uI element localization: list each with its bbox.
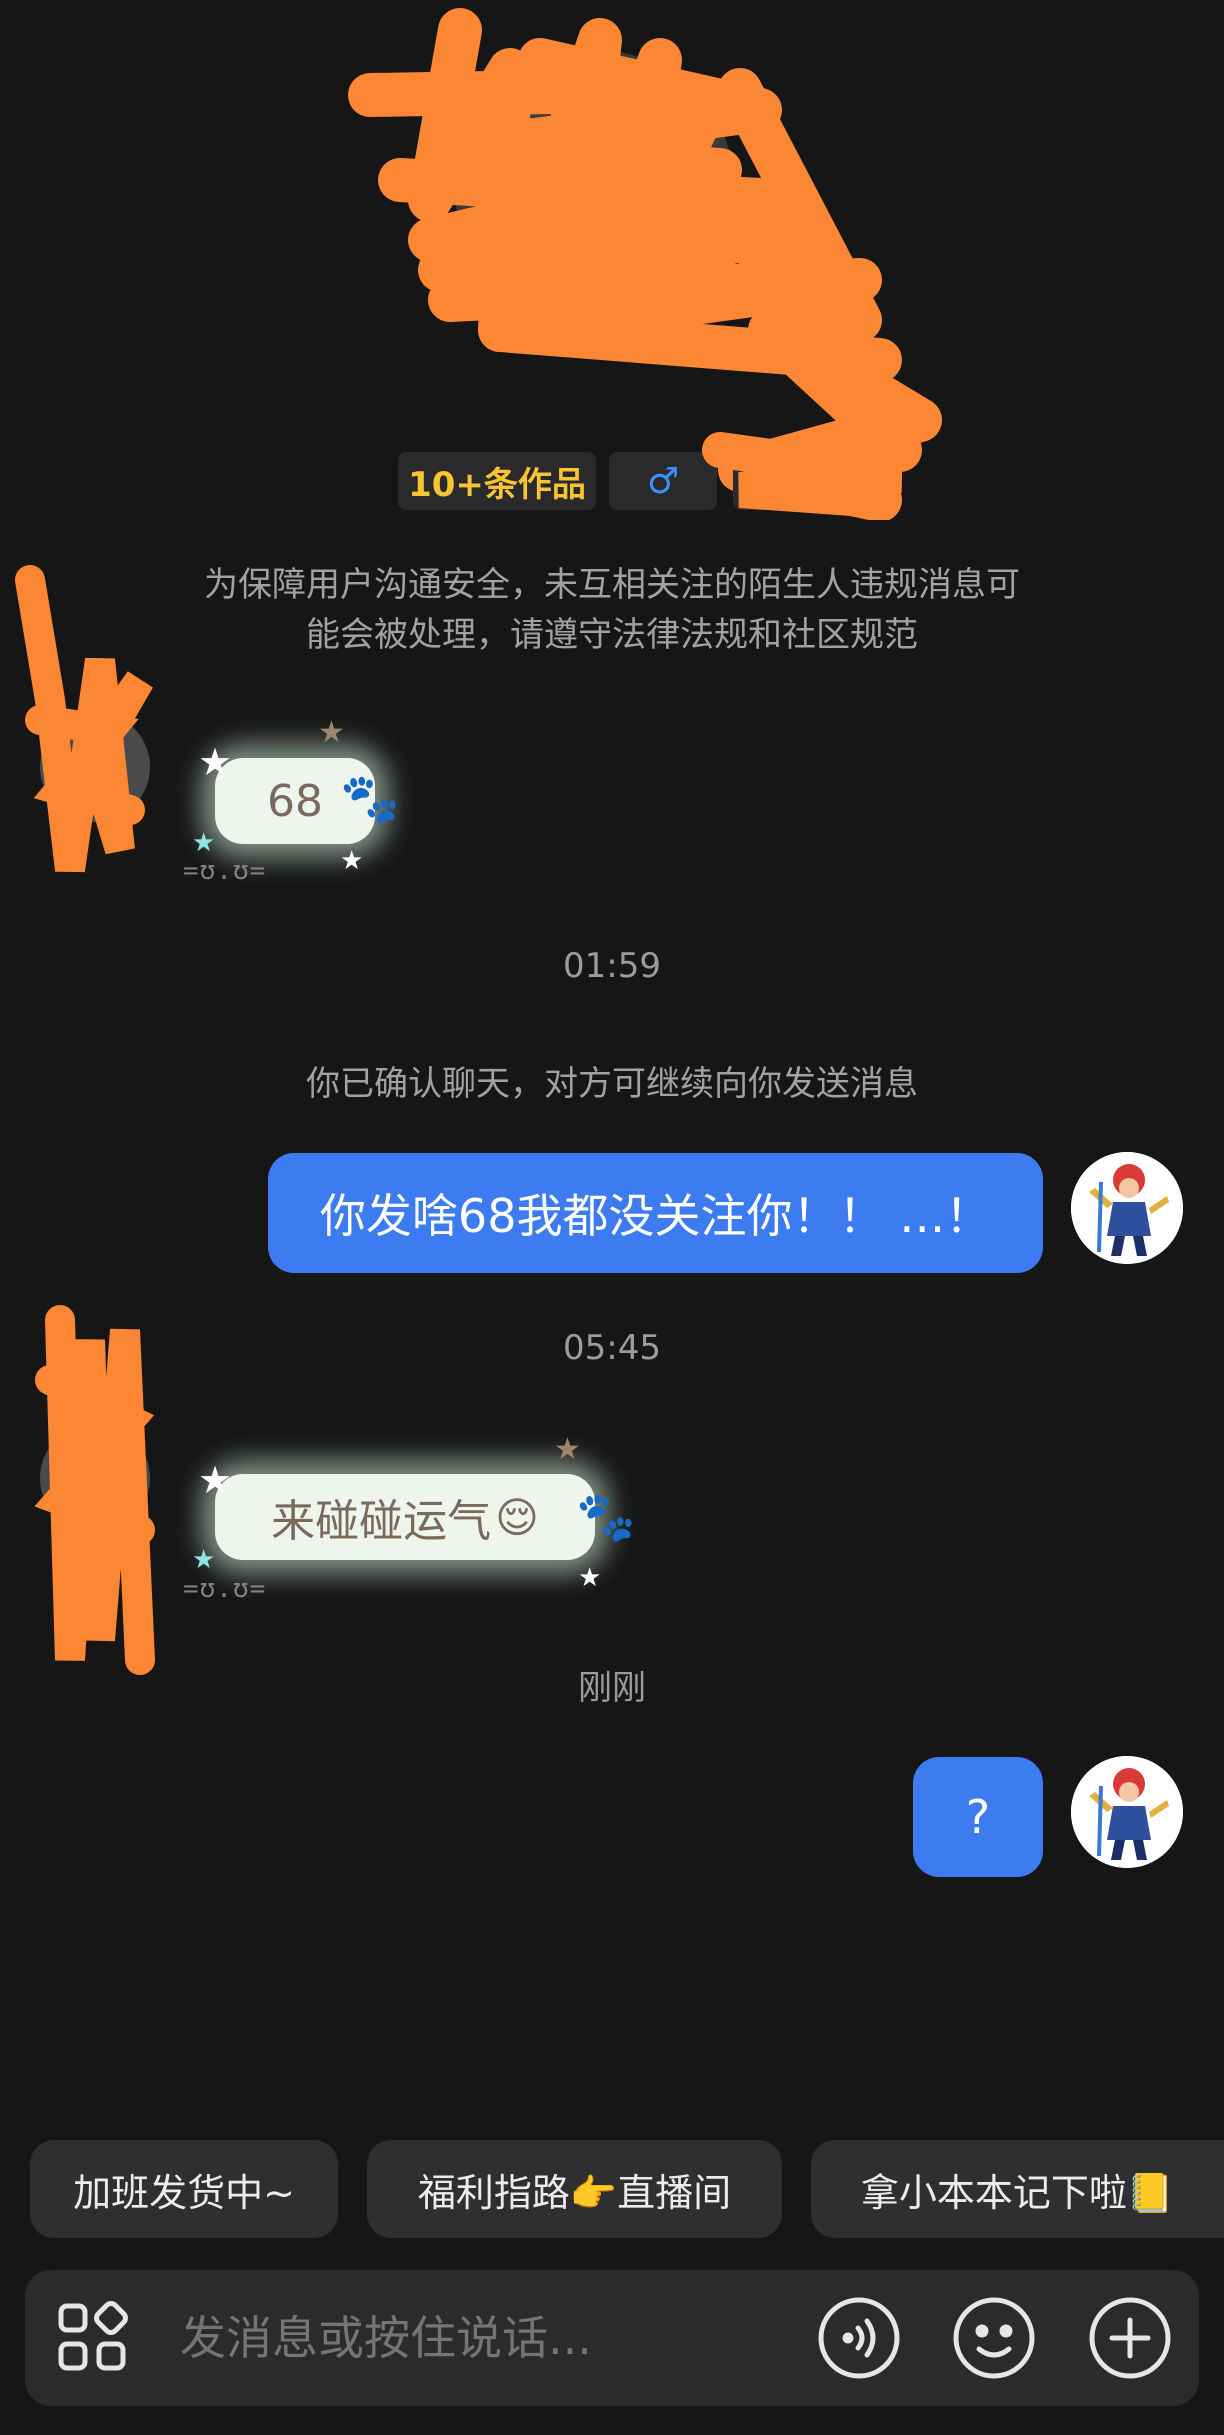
emoji-face-icon[interactable]	[951, 2295, 1037, 2381]
self-message-bubble[interactable]: ?	[913, 1757, 1043, 1877]
message-input[interactable]	[180, 2300, 780, 2376]
self-message-bubble[interactable]: 你发啥68我都没关注你！！ …！	[268, 1153, 1043, 1273]
star-icon: ★	[554, 1432, 581, 1467]
timestamp: 刚刚	[578, 1668, 646, 1708]
quick-reply-chip[interactable]: 加班发货中~	[30, 2140, 338, 2238]
voice-wave-icon[interactable]	[816, 2295, 902, 2381]
safety-notice: 为保障用户沟通安全，未互相关注的陌生人违规消息可 能会被处理，请遵守法律法规和社…	[120, 560, 1104, 660]
self-message-text: 你发啥68我都没关注你！！ …！	[319, 1189, 992, 1243]
cat-face-decoration: =ʊ.ʊ=	[183, 856, 267, 886]
redaction-scribble-avatar-2	[34, 1305, 155, 1675]
star-icon: ★	[198, 1458, 233, 1502]
safety-notice-line1: 为保障用户沟通安全，未互相关注的陌生人违规消息可	[204, 565, 1020, 605]
paw-icon: 🐾	[576, 1489, 636, 1545]
redaction-scribble-avatar-1	[15, 565, 153, 873]
avatar-character-image	[1071, 1756, 1183, 1868]
safety-notice-line2: 能会被处理，请遵守法律法规和社区规范	[306, 615, 918, 655]
system-message: 你已确认聊天，对方可继续向你发送消息	[306, 1064, 918, 1104]
chat-screen: 10+条作品 ♂ 兆 为保障用户沟通安全，未互相关注的陌生人违规消息可 能会被处…	[0, 0, 1224, 2435]
plus-circle-icon[interactable]	[1087, 2295, 1173, 2381]
self-avatar[interactable]	[1071, 1756, 1183, 1868]
self-message-text: ?	[965, 1790, 991, 1844]
peer-message-bubble[interactable]: 来碰碰运气 😌	[215, 1474, 595, 1560]
cat-face-decoration: =ʊ.ʊ=	[183, 1574, 267, 1604]
self-avatar[interactable]	[1071, 1152, 1183, 1264]
redaction-scribble-tag	[702, 432, 903, 518]
star-icon: ★	[192, 1545, 216, 1575]
quick-reply-chip[interactable]: 拿小本本记下啦📒	[811, 2140, 1224, 2238]
peer-message-text: 68	[267, 775, 323, 827]
quick-reply-chip[interactable]: 福利指路👉直播间	[367, 2140, 782, 2238]
relieved-emoji-icon: 😌	[495, 1492, 539, 1542]
apps-grid-icon[interactable]	[55, 2300, 131, 2376]
star-icon: ★	[318, 715, 345, 750]
star-icon: ★	[578, 1563, 602, 1593]
avatar-character-image	[1071, 1152, 1183, 1264]
star-icon: ★	[340, 846, 364, 876]
peer-message-text: 来碰碰运气	[271, 1496, 492, 1547]
timestamp: 05:45	[563, 1328, 661, 1368]
star-icon: ★	[192, 828, 216, 858]
timestamp: 01:59	[563, 946, 661, 986]
paw-icon: 🐾	[340, 771, 400, 827]
works-count-tag: 10+条作品	[398, 452, 596, 510]
star-icon: ★	[198, 740, 233, 784]
